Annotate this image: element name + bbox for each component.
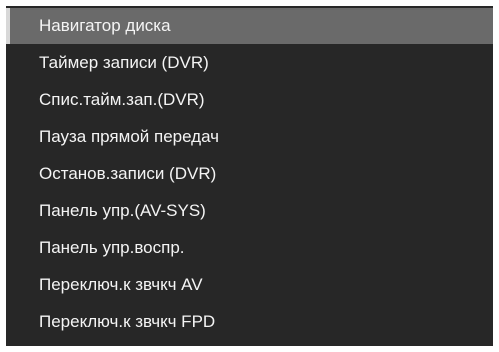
menu-item-live-pause[interactable]: Пауза прямой передач — [6, 119, 493, 155]
menu-item-label: Переключ.к звчкч FPD — [39, 312, 216, 331]
menu-item-label: Панель упр.воспр. — [39, 238, 185, 257]
menu-item-timer-list[interactable]: Спис.тайм.зап.(DVR) — [6, 82, 493, 118]
menu-item-switch-audio-fpd[interactable]: Переключ.к звчкч FPD — [6, 304, 493, 340]
menu-item-label: Останов.записи (DVR) — [39, 164, 217, 183]
menu-item-label: Таймер записи (DVR) — [39, 53, 209, 72]
menu-item-label: Пауза прямой передач — [39, 127, 220, 146]
menu-item-playback-control-panel[interactable]: Панель упр.воспр. — [6, 230, 493, 266]
menu-item-label: Панель упр.(AV-SYS) — [39, 201, 206, 220]
menu-item-recording-timer[interactable]: Таймер записи (DVR) — [6, 45, 493, 81]
menu-item-stop-recording[interactable]: Останов.записи (DVR) — [6, 156, 493, 192]
menu-item-label: Спис.тайм.зап.(DVR) — [39, 90, 205, 109]
menu-item-label: Переключ.к звчкч AV — [39, 275, 203, 294]
menu-item-switch-audio-av[interactable]: Переключ.к звчкч AV — [6, 267, 493, 303]
selection-marker — [6, 8, 10, 44]
menu-item-control-panel-av-sys[interactable]: Панель упр.(AV-SYS) — [6, 193, 493, 229]
menu-item-disk-navigator[interactable]: Навигатор диска — [6, 8, 493, 44]
menu-item-label: Навигатор диска — [39, 16, 171, 35]
tools-menu: Навигатор диска Таймер записи (DVR) Спис… — [6, 6, 493, 346]
